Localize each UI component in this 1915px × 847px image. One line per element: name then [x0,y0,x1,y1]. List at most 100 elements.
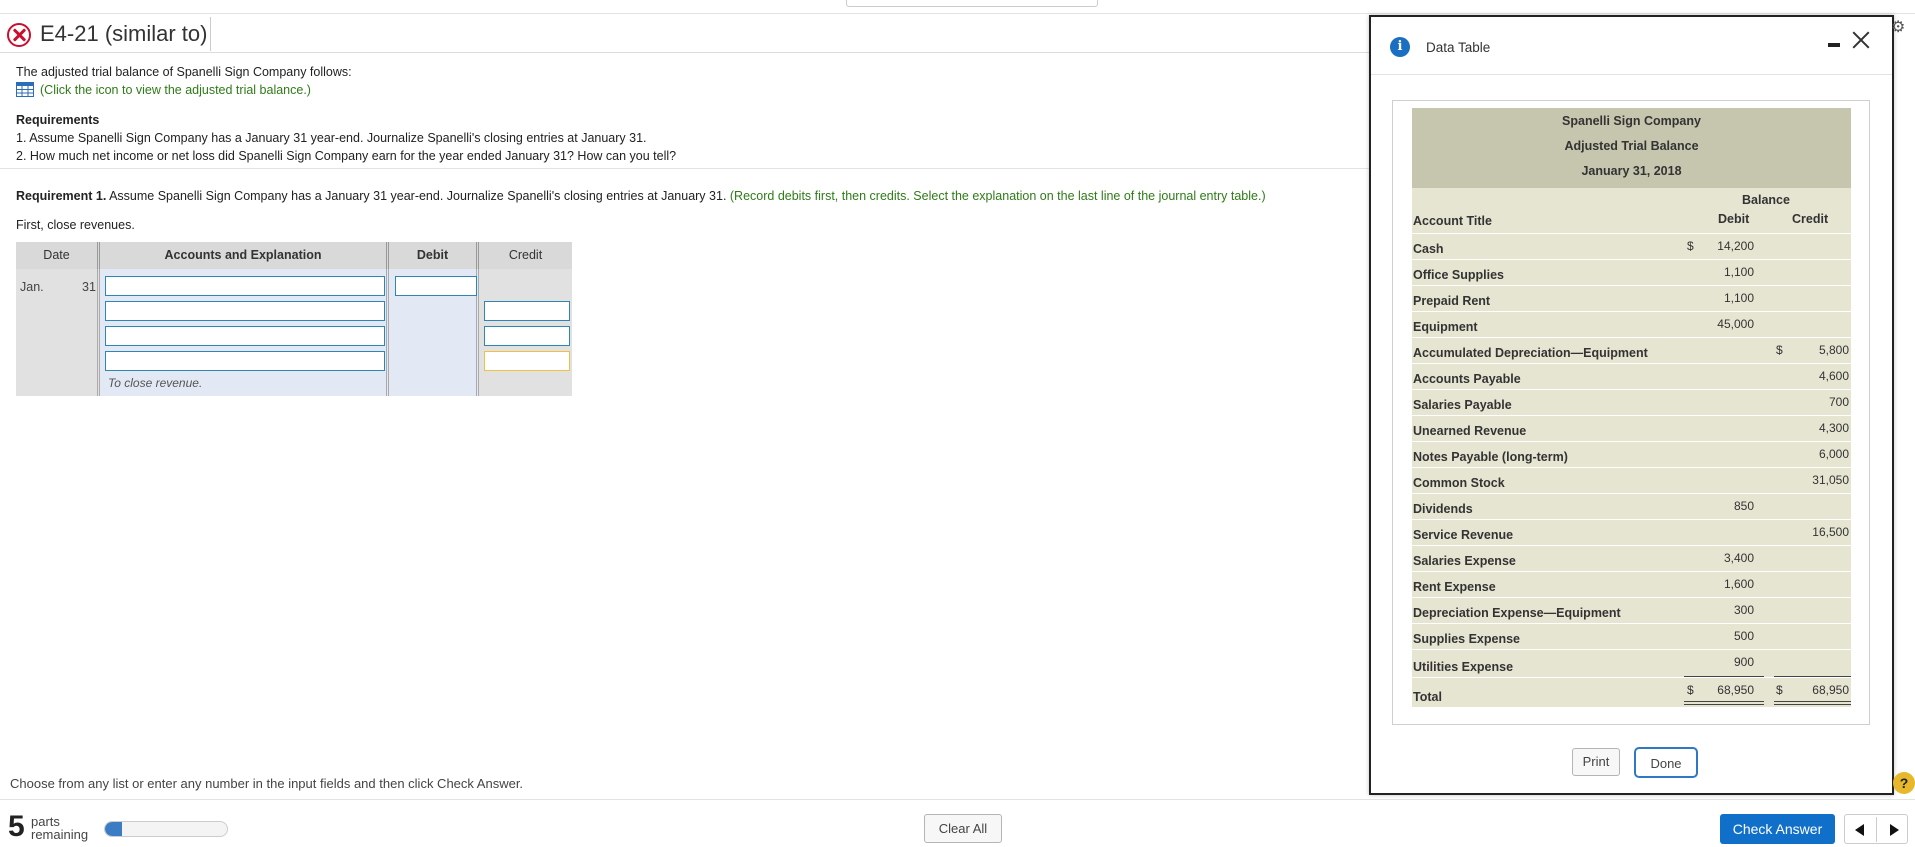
table-grid-icon[interactable] [16,82,36,98]
problem-statement: The adjusted trial balance of Spanelli S… [16,64,1366,166]
dialog-content: Spanelli Sign Company Adjusted Trial Bal… [1392,100,1870,725]
debit-input-1[interactable] [395,276,477,296]
account-title: Cash [1413,242,1444,256]
account-title: Service Revenue [1413,528,1514,542]
account-title: Equipment [1413,320,1478,334]
data-table-link[interactable]: (Click the icon to view the adjusted tri… [16,82,1366,98]
entry-day: 31 [82,280,96,294]
trial-balance-row: Salaries Expense 3,400 [1412,546,1851,572]
parts-remaining-count: 5 [8,810,25,843]
account-title: Prepaid Rent [1413,294,1491,308]
credit-column-header: Credit [479,242,572,269]
credit-double-underline [1774,701,1851,705]
debit-currency-sign: $ [1687,239,1694,253]
next-arrow-icon[interactable] [1890,824,1899,836]
account-input-2[interactable] [105,301,385,321]
debit-amount: 1,600 [1723,577,1754,591]
requirement-1-prompt: Requirement 1. Assume Spanelli Sign Comp… [16,189,1266,203]
check-answer-button[interactable]: Check Answer [1720,814,1835,844]
account-title: Unearned Revenue [1413,424,1527,438]
title-bar: E4-21 (similar to) [0,15,1370,53]
print-button[interactable]: Print [1572,748,1620,776]
debit-amount: 1,100 [1723,291,1754,305]
requirement-1-body: Assume Spanelli Sign Company has a Janua… [106,189,730,203]
account-input-4[interactable] [105,351,385,371]
account-title: Salaries Expense [1413,554,1516,568]
entry-month: Jan. [20,280,44,294]
debit-amount: 45,000 [1717,317,1754,331]
trial-balance-row: Common Stock 31,050 [1412,468,1851,494]
trial-balance-table: Spanelli Sign Company Adjusted Trial Bal… [1412,108,1851,708]
incorrect-x-icon [7,23,31,47]
credit-input-3[interactable] [484,326,570,346]
statement-name: Adjusted Trial Balance [1564,139,1699,153]
credit-amount: 5,800 [1818,343,1849,357]
answer-instructions: Choose from any list or enter any number… [10,776,524,791]
top-strip [0,0,1915,14]
accounts-column-header: Accounts and Explanation [100,242,389,269]
credit-amount: 6,000 [1818,447,1849,461]
trial-balance-row: Prepaid Rent 1,100 [1412,286,1851,312]
section-divider [0,168,1370,169]
data-table-link-text[interactable]: (Click the icon to view the adjusted tri… [40,82,311,98]
page-title: E4-21 (similar to) [40,21,208,46]
trial-balance-row: Unearned Revenue 4,300 [1412,416,1851,442]
debit-amount: 14,200 [1717,239,1754,253]
requirement-1-label: Requirement 1. [16,189,107,203]
credit-amount: 700 [1828,395,1849,409]
debit-column-header: Debit [389,242,479,269]
trial-balance-row: Utilities Expense 900 [1412,650,1851,678]
credit-total: 68,950 [1812,683,1849,697]
requirement-1: 1. Assume Spanelli Sign Company has a Ja… [16,130,1366,146]
entry-explanation[interactable]: To close revenue. [108,376,202,390]
debit-underline [1684,676,1764,677]
gear-icon[interactable]: ⚙ [1891,20,1907,36]
account-title: Utilities Expense [1413,660,1514,674]
title-separator [210,17,211,51]
footer-divider [0,799,1915,800]
debit-amount: 300 [1733,603,1754,617]
account-title: Supplies Expense [1413,632,1520,646]
account-title: Accumulated Depreciation—Equipment [1413,346,1648,360]
trial-balance-row: Depreciation Expense—Equipment 300 [1412,598,1851,624]
debit-amount: 3,400 [1723,551,1754,565]
done-button[interactable]: Done [1634,747,1698,778]
date-column-header: Date [16,242,100,269]
debit-amount: 500 [1733,629,1754,643]
credit-input-2[interactable] [484,301,570,321]
debit-header: Debit [1718,212,1750,226]
trial-balance-row: Salaries Payable 700 [1412,390,1851,416]
credit-amount: 31,050 [1812,473,1849,487]
company-name: Spanelli Sign Company [1562,114,1701,128]
debit-amount: 1,100 [1723,265,1754,279]
account-input-3[interactable] [105,326,385,346]
previous-arrow-icon[interactable] [1855,824,1864,836]
problem-intro: The adjusted trial balance of Spanelli S… [16,65,352,79]
top-tab-strip[interactable] [846,0,1098,7]
account-title: Dividends [1413,502,1473,516]
trial-balance-header: Spanelli Sign Company Adjusted Trial Bal… [1412,108,1851,188]
dialog-title: Data Table [1426,40,1491,55]
debit-double-underline [1684,701,1764,705]
balance-header: Balance [1742,193,1790,207]
clear-all-button[interactable]: Clear All [924,814,1002,843]
journal-entry-table: Date Accounts and Explanation Debit Cred… [16,242,572,396]
trial-balance-row: Cash $14,200 [1412,234,1851,260]
help-icon[interactable]: ? [1893,772,1915,794]
credit-currency-sign: $ [1776,343,1783,357]
credit-amount: 4,600 [1818,369,1849,383]
credit-underline [1774,676,1851,677]
trial-balance-row: Notes Payable (long-term) 6,000 [1412,442,1851,468]
account-title-header: Account Title [1413,214,1492,228]
credit-amount: 4,300 [1818,421,1849,435]
requirements-heading: Requirements [16,113,100,127]
question-nav [1844,814,1908,844]
close-icon[interactable] [1850,29,1872,51]
trial-balance-row: Office Supplies 1,100 [1412,260,1851,286]
trial-balance-total-row: Total $68,950 $68,950 [1412,678,1851,708]
requirement-1-text: 1. Assume Spanelli Sign Company has a Ja… [16,131,647,145]
account-input-1[interactable] [105,276,385,296]
credit-input-4[interactable] [484,351,570,371]
debit-amount: 850 [1733,499,1754,513]
minimize-icon[interactable] [1828,43,1840,47]
